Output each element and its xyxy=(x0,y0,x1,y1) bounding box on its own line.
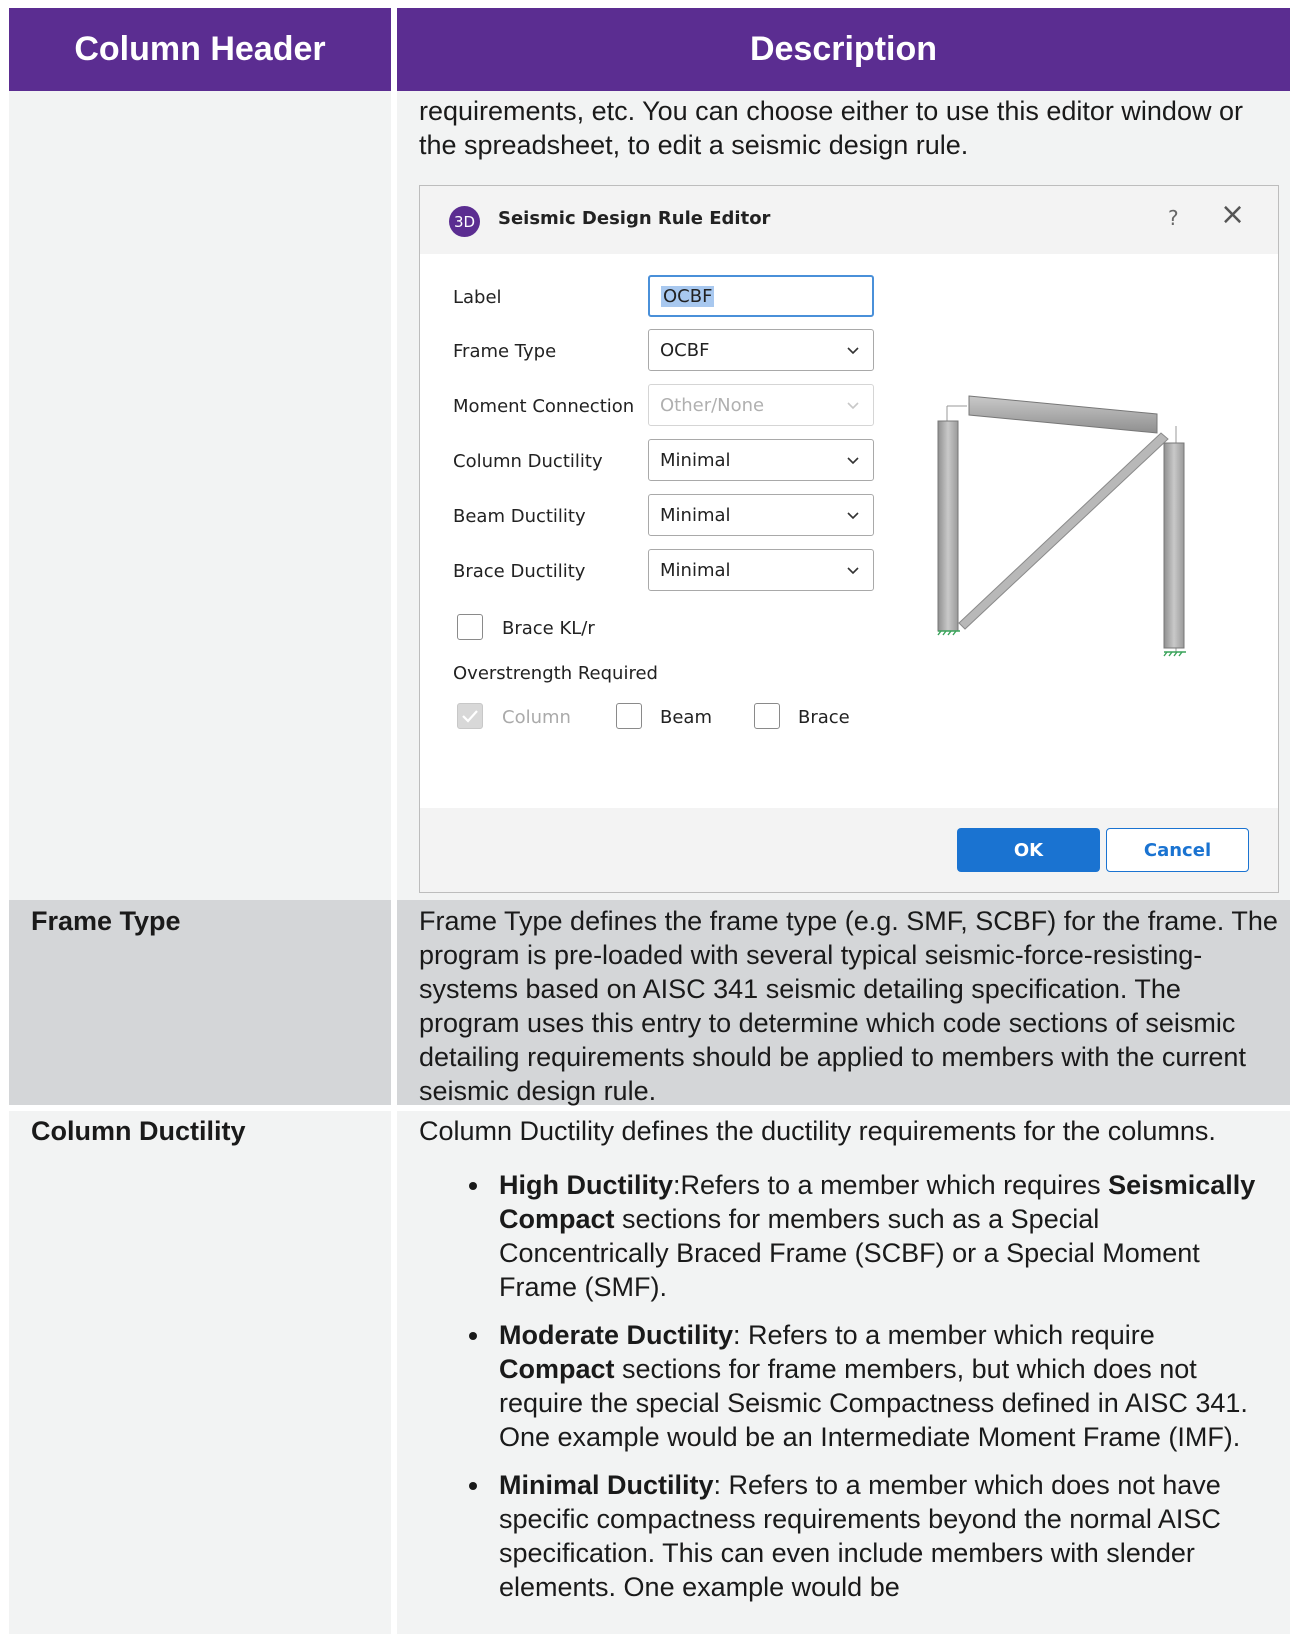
chevron-down-icon xyxy=(847,567,859,575)
list-item: High Ductility:Refers to a member which … xyxy=(469,1168,1274,1304)
frame-type-description: Frame Type defines the frame type (e.g. … xyxy=(419,906,1278,1106)
chevron-down-icon xyxy=(847,512,859,520)
overstrength-label: Overstrength Required xyxy=(453,663,658,684)
overstrength-beam-label: Beam xyxy=(660,707,712,728)
moment-connection-select: Other/None xyxy=(648,384,874,426)
column-ductility-select[interactable]: Minimal xyxy=(648,439,874,481)
description-heading: Description xyxy=(397,8,1290,91)
brace-klr-checkbox[interactable] xyxy=(457,614,483,640)
bullet-icon xyxy=(469,1482,477,1490)
column-ductility-row-header: Column Ductility xyxy=(31,1116,246,1146)
cancel-button[interactable]: Cancel xyxy=(1106,828,1249,872)
list-item: Minimal Ductility: Refers to a member wh… xyxy=(469,1468,1274,1604)
dialog-footer: OK Cancel xyxy=(420,808,1278,892)
check-icon xyxy=(462,710,478,723)
help-icon[interactable]: ? xyxy=(1168,206,1179,230)
column-ductility-value: Minimal xyxy=(660,449,731,471)
bullet-title: Minimal Ductility xyxy=(499,1470,714,1500)
overstrength-beam-checkbox[interactable] xyxy=(616,703,642,729)
chevron-down-icon xyxy=(847,347,859,355)
beam-ductility-label: Beam Ductility xyxy=(453,506,586,527)
frame-type-select[interactable]: OCBF xyxy=(648,329,874,371)
braced-frame-illustration xyxy=(937,395,1186,657)
beam-ductility-value: Minimal xyxy=(660,504,731,526)
bullet-text: : Refers to a member which require xyxy=(733,1320,1155,1350)
ok-button[interactable]: OK xyxy=(957,828,1100,872)
bullet-icon xyxy=(469,1332,477,1340)
seismic-design-rule-editor-dialog: 3D Seismic Design Rule Editor ? × Label … xyxy=(419,185,1279,893)
bullet-emphasis: Compact xyxy=(499,1354,615,1384)
brace-klr-label: Brace KL/r xyxy=(502,618,595,639)
brace-ductility-label: Brace Ductility xyxy=(453,561,586,582)
column-ductility-left-cell xyxy=(9,1111,391,1634)
frame-type-value: OCBF xyxy=(660,339,710,361)
label-field-label: Label xyxy=(453,287,502,308)
label-input-value: OCBF xyxy=(661,285,715,307)
frame-type-row-header: Frame Type xyxy=(31,906,181,936)
row0-text: requirements, etc. You can choose either… xyxy=(419,96,1243,160)
ductility-bullet-list: High Ductility:Refers to a member which … xyxy=(469,1168,1274,1604)
overstrength-column-label: Column xyxy=(502,707,571,728)
bullet-icon xyxy=(469,1182,477,1190)
moment-connection-label: Moment Connection xyxy=(453,396,635,417)
overstrength-brace-label: Brace xyxy=(798,707,850,728)
list-item: Moderate Ductility: Refers to a member w… xyxy=(469,1318,1274,1454)
label-input[interactable]: OCBF xyxy=(648,275,874,317)
overstrength-column-checkbox xyxy=(457,703,483,729)
app-logo-icon: 3D xyxy=(449,206,480,237)
close-icon[interactable]: × xyxy=(1220,200,1245,230)
bullet-title: High Ductility xyxy=(499,1170,673,1200)
beam-ductility-select[interactable]: Minimal xyxy=(648,494,874,536)
chevron-down-icon xyxy=(847,457,859,465)
row0-left-cell xyxy=(9,91,391,900)
chevron-down-icon xyxy=(847,402,859,410)
moment-connection-value: Other/None xyxy=(660,394,765,416)
column-header-heading: Column Header xyxy=(9,8,391,91)
column-ductility-intro: Column Ductility defines the ductility r… xyxy=(419,1116,1216,1146)
overstrength-brace-checkbox[interactable] xyxy=(754,703,780,729)
brace-ductility-value: Minimal xyxy=(660,559,731,581)
dialog-title: Seismic Design Rule Editor xyxy=(498,208,771,229)
brace-ductility-select[interactable]: Minimal xyxy=(648,549,874,591)
bullet-text: :Refers to a member which requires xyxy=(673,1170,1109,1200)
frame-type-label: Frame Type xyxy=(453,341,557,362)
bullet-title: Moderate Ductility xyxy=(499,1320,734,1350)
column-ductility-label: Column Ductility xyxy=(453,451,603,472)
